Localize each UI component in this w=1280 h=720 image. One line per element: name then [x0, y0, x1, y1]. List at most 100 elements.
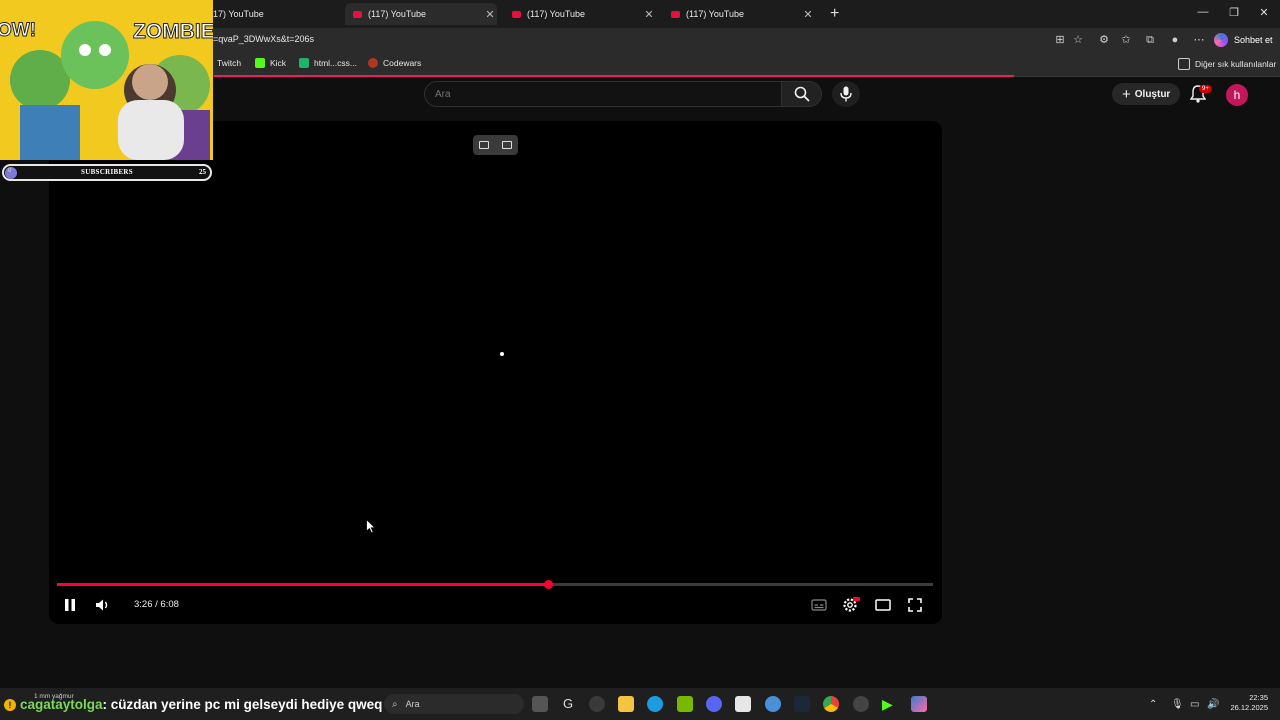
- favorites-icon[interactable]: ✩: [1119, 33, 1133, 47]
- folder-icon: [1178, 58, 1190, 70]
- theater-icon: [875, 599, 891, 611]
- theater-mode-button[interactable]: [873, 596, 893, 614]
- share-icon[interactable]: [501, 141, 512, 149]
- close-window-icon[interactable]: ✕: [1256, 6, 1272, 19]
- chat-text: : cüzdan yerine pc mi gelseydi hediye qw…: [102, 697, 383, 712]
- bookmark-label: Codewars: [383, 58, 422, 68]
- favorite-star-icon[interactable]: ☆: [1071, 33, 1085, 47]
- new-tab-button[interactable]: +: [830, 5, 839, 23]
- browser-tab-1[interactable]: 17) YouTube ✕: [205, 3, 357, 25]
- pause-icon: [65, 599, 75, 611]
- tray-display-icon[interactable]: ▭: [1190, 699, 1199, 710]
- tab-title: (117) YouTube: [368, 9, 427, 19]
- player-overlay-controls[interactable]: [473, 135, 518, 155]
- profile-icon[interactable]: ●: [1168, 33, 1182, 47]
- tray-microphone-icon[interactable]: 🎙: [1171, 699, 1184, 710]
- clock-date: 26.12.2025: [1230, 703, 1268, 712]
- search-icon: [794, 86, 810, 102]
- nvidia-app-icon[interactable]: [677, 696, 693, 712]
- youtube-favicon-icon: [353, 10, 362, 18]
- plus-icon: +: [1122, 85, 1131, 103]
- copilot-button[interactable]: Sohbet et: [1214, 31, 1273, 49]
- create-button[interactable]: + Oluştur: [1112, 83, 1181, 105]
- notification-badge: 9+: [1199, 85, 1212, 93]
- browser-tab-3[interactable]: (117) YouTube ✕: [504, 3, 656, 25]
- reading-view-icon[interactable]: ⊞: [1053, 33, 1067, 47]
- browser-tab-2[interactable]: (117) YouTube ✕: [345, 3, 497, 25]
- bookmark-html-css[interactable]: html...css...: [299, 58, 357, 68]
- taskbar-search-label: Ara: [405, 699, 420, 709]
- browser-tab-4[interactable]: (117) YouTube ✕: [663, 3, 815, 25]
- grok-app-icon[interactable]: G: [560, 696, 576, 712]
- address-bar[interactable]: =qvaP_3DWwXs&t=206s: [213, 34, 314, 44]
- create-label: Oluştur: [1134, 88, 1171, 100]
- pause-button[interactable]: [60, 596, 80, 614]
- edge-browser-icon[interactable]: [647, 696, 663, 712]
- openai-app-icon[interactable]: [853, 696, 869, 712]
- copilot-label: Sohbet et: [1234, 35, 1273, 45]
- close-tab-icon[interactable]: ✕: [642, 8, 656, 21]
- bookmark-label: Kick: [270, 58, 287, 68]
- chat-message-overlay: ! cagataytolga: cüzdan yerine pc mi gelse…: [4, 697, 382, 712]
- tray-chevron-icon[interactable]: ⌃: [1149, 699, 1157, 710]
- other-bookmarks[interactable]: Diğer sık kullanılanlar: [1178, 58, 1276, 70]
- subscribers-label: SUBSCRIBERS: [81, 168, 133, 176]
- gear-icon: [843, 597, 860, 612]
- microphone-icon: [840, 86, 852, 102]
- search-box[interactable]: [424, 81, 782, 107]
- restore-icon[interactable]: ❐: [1226, 6, 1242, 19]
- extensions-icon[interactable]: ⚙: [1097, 33, 1111, 47]
- chat-badge-icon: !: [4, 699, 16, 711]
- settings-app-icon[interactable]: [765, 696, 781, 712]
- clock-time: 22:35: [1249, 693, 1268, 702]
- discord-app-icon[interactable]: [706, 696, 722, 712]
- kick-icon: [255, 58, 265, 68]
- file-explorer-icon[interactable]: [618, 696, 634, 712]
- settings-button[interactable]: [841, 596, 861, 614]
- notepad-app-icon[interactable]: [735, 696, 751, 712]
- minimize-icon[interactable]: —: [1195, 6, 1211, 18]
- voice-search-button[interactable]: [832, 81, 860, 107]
- volume-icon: [96, 599, 108, 611]
- loading-spinner-icon: [500, 352, 504, 356]
- bookmark-kick[interactable]: Kick: [255, 58, 286, 68]
- task-view-icon[interactable]: [532, 696, 548, 712]
- close-tab-icon[interactable]: ✕: [483, 8, 497, 21]
- volume-button[interactable]: [93, 596, 113, 614]
- w3schools-icon: [299, 58, 309, 68]
- more-menu-icon[interactable]: ⋯: [1192, 33, 1206, 47]
- tray-volume-icon[interactable]: 🔊: [1207, 699, 1219, 710]
- webcam-overlay: ZOMBIE! OW!: [0, 0, 213, 160]
- time-display: 3:26 / 6:08: [134, 599, 179, 610]
- search-button[interactable]: [782, 81, 822, 107]
- tab-title: (117) YouTube: [686, 9, 745, 19]
- youtube-favicon-icon: [512, 10, 521, 18]
- close-tab-icon[interactable]: ✕: [801, 8, 815, 21]
- taskbar-clock[interactable]: 22:35 26.12.2025: [1224, 693, 1268, 713]
- copilot-icon: [1214, 33, 1228, 47]
- fullscreen-icon: [908, 598, 922, 612]
- miniplayer-icon[interactable]: [479, 141, 490, 149]
- steam-app-icon[interactable]: [794, 696, 810, 712]
- search-input[interactable]: [425, 82, 775, 106]
- subtitles-button[interactable]: [809, 596, 829, 614]
- account-avatar[interactable]: h: [1226, 84, 1248, 106]
- subscribers-start: 0: [8, 168, 12, 174]
- fullscreen-button[interactable]: [905, 596, 925, 614]
- webcam-comic-text-2: OW!: [0, 20, 37, 42]
- chat-username: cagataytolga: [20, 697, 103, 712]
- scrubber-handle[interactable]: [544, 580, 553, 589]
- chatgpt-app-icon[interactable]: [589, 696, 605, 712]
- kick-app-icon[interactable]: ▶: [882, 696, 898, 712]
- copilot-app-icon[interactable]: [911, 696, 927, 712]
- tab-title: 17) YouTube: [213, 9, 264, 19]
- youtube-favicon-icon: [671, 10, 680, 18]
- taskbar-search-icon: ⌕: [392, 698, 398, 710]
- video-player[interactable]: [49, 121, 942, 624]
- codewars-icon: [368, 58, 378, 68]
- chrome-app-icon[interactable]: [823, 696, 839, 712]
- taskbar-search[interactable]: ⌕ Ara: [384, 694, 524, 714]
- collections-icon[interactable]: ⧉: [1143, 33, 1157, 47]
- bookmark-twitch[interactable]: Twitch: [217, 58, 241, 68]
- bookmark-codewars[interactable]: Codewars: [368, 58, 421, 68]
